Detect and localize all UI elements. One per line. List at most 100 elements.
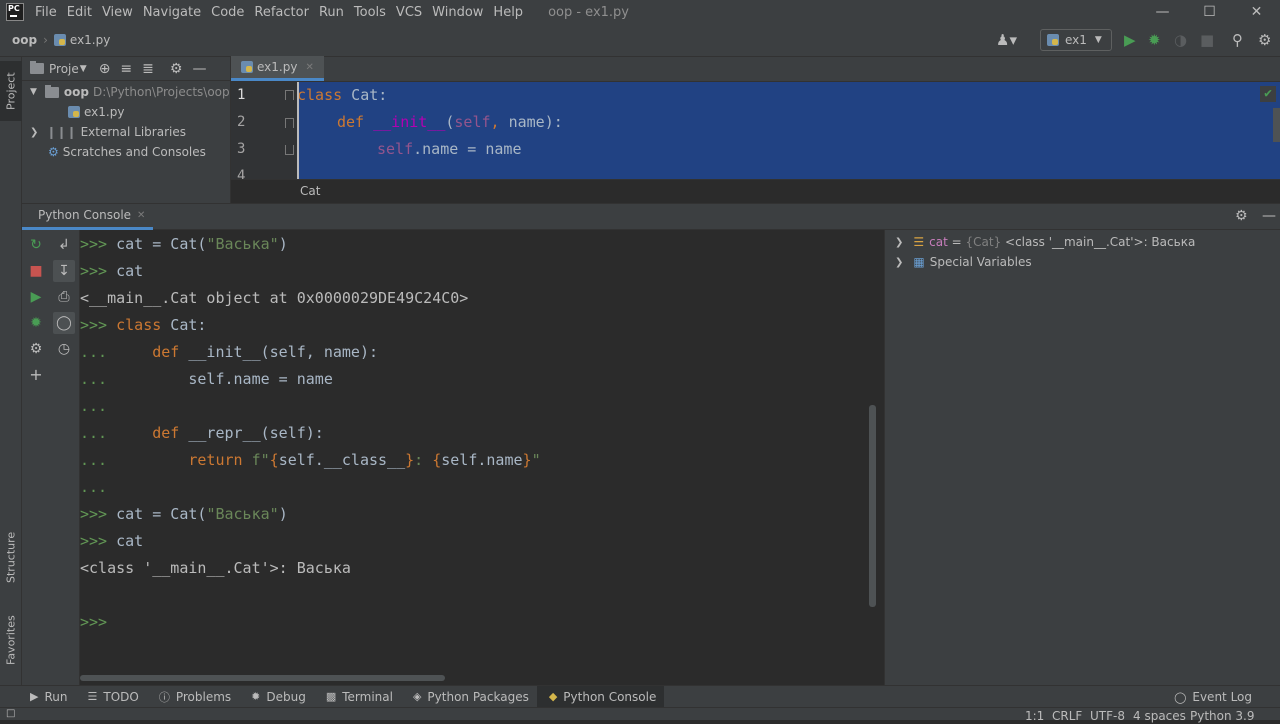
collapse-all-icon[interactable]: ≣ — [142, 61, 154, 77]
history-icon[interactable]: ◷ — [53, 338, 75, 360]
caret — [297, 82, 299, 179]
console-line: ... self.name = name — [80, 370, 333, 388]
navigation-bar: oop › ex1.py ♟▾ ex1 ▼ ▶ ✹ ◑ ■ ⚲ ⚙ — [0, 24, 1280, 57]
bottom-tab-label: Problems — [175, 689, 232, 704]
search-icon[interactable]: ⚲ — [1232, 31, 1243, 49]
chevron-right-icon[interactable]: ❯ — [895, 257, 903, 268]
console-line: ... return f"{self.__class__}: {self.nam… — [80, 451, 541, 469]
close-window-icon[interactable]: ✕ — [1233, 0, 1280, 24]
status-line-separator[interactable]: CRLF — [1052, 708, 1082, 724]
variable-name: cat — [929, 235, 948, 249]
chevron-down-icon[interactable]: ▼ — [80, 64, 87, 74]
editor-scrollbar[interactable] — [1273, 108, 1280, 142]
bottom-tab-label: Python Packages — [427, 689, 529, 704]
menu-vcs[interactable]: VCS — [391, 5, 427, 20]
menu-navigate[interactable]: Navigate — [138, 5, 206, 20]
console-line: >>> cat = Cat("Васька") — [80, 505, 288, 523]
side-tab-favorites[interactable]: Favorites — [0, 605, 22, 675]
fold-icon[interactable] — [285, 90, 294, 100]
locate-icon[interactable]: ⊕ — [99, 61, 111, 77]
menu-file[interactable]: File — [30, 5, 62, 20]
console-input-line[interactable]: >>> — [80, 609, 107, 636]
bottom-tab-problems[interactable]: ⓘ Problems — [147, 686, 239, 708]
variable-row-special[interactable]: ❯ ▦ Special Variables — [895, 252, 1032, 272]
menu-tools[interactable]: Tools — [349, 5, 391, 20]
code-line-3: self.name = name — [377, 140, 522, 158]
panel-settings-icon[interactable]: ⚙ — [170, 61, 183, 77]
expand-all-icon[interactable]: ≡ — [120, 61, 132, 77]
debug-console-icon[interactable]: ✹ — [25, 312, 47, 334]
breadcrumb-file[interactable]: ex1.py — [70, 33, 110, 47]
execute-icon[interactable]: ▶ — [25, 286, 47, 308]
rerun-icon[interactable]: ↻ — [25, 234, 47, 256]
tree-scratches[interactable]: ⚙ Scratches and Consoles — [48, 142, 206, 162]
stop-icon[interactable]: ■ — [1200, 31, 1214, 49]
bottom-tab-python-console[interactable]: ◆ Python Console — [536, 685, 665, 708]
project-panel-title[interactable]: Proje — [49, 62, 79, 76]
close-tab-icon[interactable]: ✕ — [137, 210, 145, 221]
run-icon[interactable]: ▶ — [1124, 31, 1136, 49]
status-encoding[interactable]: UTF-8 — [1090, 708, 1125, 724]
menu-help[interactable]: Help — [488, 5, 528, 20]
menu-run[interactable]: Run — [314, 5, 349, 20]
new-console-icon[interactable]: + — [25, 364, 47, 386]
breadcrumb-project[interactable]: oop — [12, 33, 37, 47]
inspection-ok-icon[interactable]: ✔ — [1260, 86, 1276, 102]
title-bar: PC File Edit View Navigate Code Refactor… — [0, 0, 1280, 24]
menu-refactor[interactable]: Refactor — [249, 5, 314, 20]
coverage-icon[interactable]: ◑ — [1174, 31, 1187, 49]
maximize-icon[interactable]: ☐ — [1186, 0, 1233, 24]
editor-breadcrumb[interactable]: Cat — [231, 179, 1280, 203]
side-tab-structure[interactable]: Structure — [0, 522, 22, 592]
console-settings-icon[interactable]: ⚙ — [1235, 208, 1248, 224]
console-output-repr: <class '__main__.Cat'>: Васька — [80, 559, 351, 577]
side-tab-project[interactable]: Project — [0, 61, 22, 121]
console-output-object: <__main__.Cat object at 0x0000029DE49C24… — [80, 289, 469, 307]
bottom-tab-run[interactable]: ▶ Run — [0, 686, 75, 708]
stop-console-icon[interactable]: ■ — [25, 260, 47, 282]
show-variables-icon[interactable]: ◯ — [53, 312, 75, 334]
fold-icon[interactable] — [285, 145, 294, 155]
close-tab-icon[interactable]: ✕ — [305, 62, 313, 73]
menu-edit[interactable]: Edit — [62, 5, 97, 20]
scratches-icon: ⚙ — [48, 145, 59, 159]
status-indent[interactable]: 4 spaces — [1133, 708, 1186, 724]
bottom-tab-terminal[interactable]: ▩ Terminal — [314, 686, 401, 708]
variable-row-cat[interactable]: ❯ ☰ cat = {Cat} <class '__main__.Cat'>: … — [895, 232, 1195, 252]
folder-icon — [44, 84, 59, 98]
object-icon: ☰ — [913, 235, 925, 249]
menu-window[interactable]: Window — [427, 5, 488, 20]
menu-code[interactable]: Code — [206, 5, 249, 20]
settings-gear-icon[interactable]: ⚙ — [1258, 31, 1271, 49]
hide-panel-icon[interactable]: — — [192, 61, 206, 77]
library-icon: ❙❙❙ — [46, 125, 77, 139]
console-settings-icon[interactable]: ⚙ — [25, 338, 47, 360]
fold-icon[interactable] — [285, 118, 294, 128]
status-interpreter[interactable]: Python 3.9 — [1190, 708, 1255, 724]
bottom-tab-debug[interactable]: ✹ Debug — [239, 686, 314, 708]
bottom-tab-todo[interactable]: ☰ TODO — [75, 686, 146, 708]
minimize-icon[interactable]: — — [1139, 0, 1186, 24]
scroll-to-end-icon[interactable]: ↧ — [53, 260, 75, 282]
console-tab[interactable]: Python Console ✕ — [22, 204, 154, 230]
project-panel-icon — [30, 61, 44, 74]
hide-panel-icon[interactable]: — — [1262, 208, 1276, 224]
tree-root-oop[interactable]: ▼ oop D:\Python\Projects\oop — [30, 82, 230, 102]
console-horizontal-scrollbar[interactable] — [80, 675, 445, 681]
chevron-right-icon[interactable]: ❯ — [895, 237, 903, 248]
debug-icon[interactable]: ✹ — [1148, 31, 1161, 49]
print-icon[interactable]: ⎙ — [53, 286, 75, 308]
console-scrollbar[interactable] — [869, 405, 876, 607]
editor-tab-ex1[interactable]: ex1.py ✕ — [231, 56, 324, 81]
python-console-output[interactable]: >>> cat = Cat("Васька") >>> cat <__main_… — [80, 230, 877, 685]
event-log-button[interactable]: ◯ Event Log — [1162, 686, 1260, 708]
code-area[interactable]: class Cat: def __init__(self, name): sel… — [297, 82, 1280, 179]
menu-view[interactable]: View — [97, 5, 138, 20]
tree-file-ex1[interactable]: ex1.py — [68, 102, 124, 122]
tree-external-libraries[interactable]: ❯ ❙❙❙ External Libraries — [30, 122, 186, 142]
soft-wrap-icon[interactable]: ↲ — [53, 234, 75, 256]
user-icon[interactable]: ♟▾ — [996, 31, 1017, 49]
run-configuration-select[interactable]: ex1 ▼ — [1040, 29, 1112, 51]
bottom-tab-python-packages[interactable]: ◈ Python Packages — [401, 686, 537, 708]
status-caret-position[interactable]: 1:1 — [1025, 708, 1044, 724]
